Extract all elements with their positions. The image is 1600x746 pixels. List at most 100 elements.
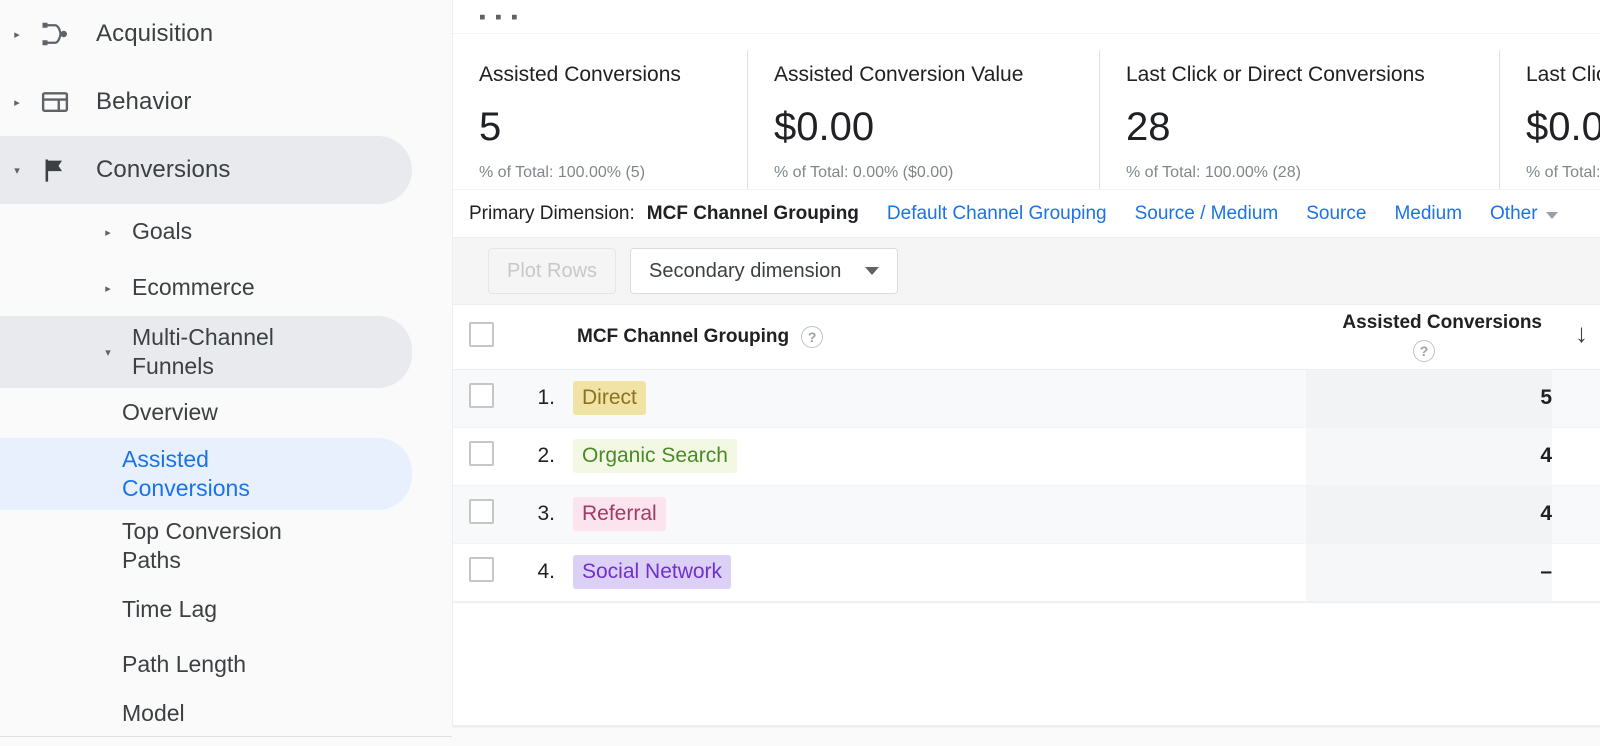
sidebar-item-ecommerce[interactable]: ▸ Ecommerce	[0, 260, 452, 316]
row-select-cell	[453, 369, 509, 428]
help-icon[interactable]: ?	[1413, 339, 1435, 362]
sort-descending-icon[interactable]: ↓	[1575, 320, 1588, 346]
primary-dimension-other-label: Other	[1490, 202, 1538, 224]
channel-chip[interactable]: Organic Search	[573, 438, 737, 474]
metric-header-cell[interactable]: Assisted Conversions ↓ ?	[1306, 305, 1588, 370]
channel-chip[interactable]: Direct	[573, 380, 646, 416]
row-pad-cell	[1552, 369, 1600, 428]
table-row[interactable]: 2. Organic Search 4	[453, 427, 1600, 486]
plot-rows-button[interactable]: Plot Rows	[488, 248, 617, 294]
chevron-down-icon	[865, 267, 880, 275]
channel-chip[interactable]: Social Network	[573, 554, 732, 590]
row-checkbox[interactable]	[468, 499, 494, 524]
metric-card: Last Click or Direct Conversions 28 % of…	[1099, 50, 1499, 189]
dimension-header-cell[interactable]: MCF Channel Grouping ?	[555, 305, 1306, 370]
table-row[interactable]: 1. Direct 5	[453, 369, 1600, 428]
row-pad-cell	[1552, 485, 1600, 544]
primary-dimension-other-dropdown[interactable]: Other	[1490, 203, 1558, 225]
sidebar-item-time-lag[interactable]: Time Lag	[0, 582, 452, 638]
main-content: ▪ ▪ ▪ Assisted Conversions 5 % of Total:…	[452, 0, 1600, 746]
row-metric-value: 4	[1306, 427, 1552, 486]
metric-value: 28	[1126, 105, 1171, 150]
sidebar-item-label: Behavior	[96, 88, 192, 116]
row-metric-value: 4	[1306, 485, 1552, 544]
behavior-icon	[32, 87, 78, 117]
sidebar-item-label: Acquisition	[96, 20, 214, 48]
row-metric-value: 5	[1306, 369, 1552, 428]
secondary-dimension-label: Secondary dimension	[649, 259, 842, 282]
sidebar-item-label: Goals	[132, 218, 193, 245]
chevron-down-icon	[1545, 211, 1558, 219]
sidebar-item-model[interactable]: Model	[0, 692, 452, 736]
sidebar-item-overview[interactable]: Overview	[0, 388, 452, 438]
row-select-cell	[453, 427, 509, 486]
row-dimension-cell: Organic Search	[555, 427, 1306, 486]
flag-icon	[32, 156, 78, 184]
row-select-cell	[453, 485, 509, 544]
metric-subtext: % of Total: 100.00% (28)	[1126, 164, 1301, 182]
secondary-dimension-button[interactable]: Secondary dimension	[630, 248, 899, 294]
analytics-page: ▸ Acquisition ▸ Behavior ▾ Conversions ▸…	[0, 0, 1600, 746]
sidebar-item-attribution[interactable]: Attribution BETA	[0, 737, 452, 746]
metric-subtext: % of Total: 100.00% (5)	[479, 164, 646, 182]
row-number: 1.	[509, 369, 555, 428]
sidebar-item-label: Path Length	[122, 651, 247, 678]
table-footer	[453, 601, 1600, 664]
row-checkbox[interactable]	[468, 441, 494, 466]
dimension-header-label: MCF Channel Grouping	[577, 325, 790, 347]
sidebar-item-conversions[interactable]: ▾ Conversions	[0, 136, 452, 204]
sidebar-item-path-length[interactable]: Path Length	[0, 638, 452, 692]
report-card: ▪ ▪ ▪ Assisted Conversions 5 % of Total:…	[452, 0, 1600, 726]
select-all-header-cell	[453, 305, 509, 370]
expand-arrow-icon[interactable]: ▸	[94, 226, 122, 239]
row-checkbox[interactable]	[468, 383, 494, 408]
metric-card: Assisted Conversions 5 % of Total: 100.0…	[453, 50, 747, 189]
select-all-checkbox[interactable]	[468, 321, 494, 347]
sidebar-item-assisted-conversions[interactable]: Assisted Conversions	[0, 438, 452, 510]
metric-title: Assisted Conversion Value	[774, 63, 1024, 86]
metric-title: Last Click or Direct Conversions	[1126, 63, 1425, 86]
primary-dimension-link-medium[interactable]: Medium	[1394, 203, 1462, 225]
metric-card: Assisted Conversion Value $0.00 % of Tot…	[747, 50, 1099, 189]
metric-subtext: % of Total: 0.00% ($0.00)	[774, 164, 954, 182]
help-icon[interactable]: ?	[801, 325, 824, 348]
plot-rows-label: Plot Rows	[507, 259, 598, 282]
table-toolbar: Plot Rows Secondary dimension	[453, 237, 1600, 305]
sidebar-item-acquisition[interactable]: ▸ Acquisition	[0, 0, 452, 68]
metric-value: 5	[479, 105, 502, 150]
row-dimension-cell: Referral	[555, 485, 1306, 544]
table-body: 1. Direct 5 2. Organic Search 4 3. Refer…	[453, 369, 1600, 602]
row-pad-cell	[1552, 427, 1600, 486]
sidebar-item-label: Ecommerce	[132, 274, 255, 301]
table-row[interactable]: 3. Referral 4	[453, 485, 1600, 544]
primary-dimension-link-source[interactable]: Source	[1306, 203, 1366, 225]
table-header-row: MCF Channel Grouping ? Assisted Conversi…	[453, 305, 1600, 370]
sidebar-item-top-conversion-paths[interactable]: Top Conversion Paths	[0, 510, 452, 582]
data-table: MCF Channel Grouping ? Assisted Conversi…	[453, 305, 1600, 602]
primary-dimension-link-default-channel-grouping[interactable]: Default Channel Grouping	[887, 203, 1107, 225]
sidebar-item-goals[interactable]: ▸ Goals	[0, 204, 452, 260]
collapse-arrow-icon[interactable]: ▾	[2, 164, 32, 177]
metric-title: Last Click or Direct Conversion Value	[1526, 63, 1600, 86]
data-table-container: MCF Channel Grouping ? Assisted Conversi…	[453, 305, 1600, 664]
sidebar-item-behavior[interactable]: ▸ Behavior	[0, 68, 452, 136]
sidebar-item-multi-channel-funnels[interactable]: ▾ Multi-Channel Funnels	[0, 316, 452, 388]
table-row[interactable]: 4. Social Network –	[453, 543, 1600, 602]
metric-header-label: Assisted Conversions	[1342, 311, 1542, 333]
primary-dimension-bar: Primary Dimension: MCF Channel Grouping …	[453, 189, 1600, 237]
expand-arrow-icon[interactable]: ▸	[2, 96, 32, 109]
acquisition-icon	[32, 19, 78, 49]
row-number: 4.	[509, 543, 555, 602]
channel-chip[interactable]: Referral	[573, 496, 666, 532]
table-header: MCF Channel Grouping ? Assisted Conversi…	[453, 305, 1600, 370]
expand-arrow-icon[interactable]: ▸	[2, 28, 32, 41]
primary-dimension-link-source-medium[interactable]: Source / Medium	[1135, 203, 1279, 225]
metric-title: Assisted Conversions	[479, 63, 681, 86]
sidebar-item-label: Multi-Channel Funnels	[132, 323, 274, 379]
collapse-arrow-icon[interactable]: ▾	[94, 346, 122, 359]
row-checkbox[interactable]	[468, 557, 494, 582]
expand-arrow-icon[interactable]: ▸	[94, 282, 122, 295]
row-number: 3.	[509, 485, 555, 544]
primary-dimension-active[interactable]: MCF Channel Grouping	[647, 203, 859, 225]
metric-card: Last Click or Direct Conversion Value $0…	[1499, 50, 1600, 189]
